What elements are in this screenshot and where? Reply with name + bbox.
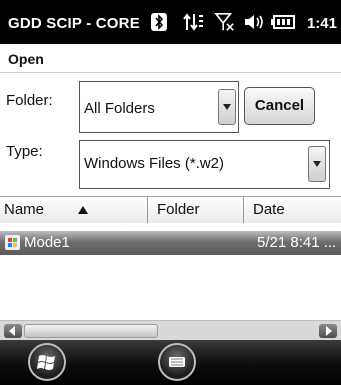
windows-start-icon: [37, 355, 55, 370]
file-list: Mode1 5/21 8:41 ...: [0, 223, 341, 320]
sort-ascending-icon: [78, 206, 88, 214]
volume-icon: [245, 15, 263, 29]
taskbar: [0, 340, 341, 385]
dialog-title: Open: [8, 51, 44, 67]
scroll-left-icon[interactable]: [4, 324, 22, 338]
bluetooth-icon: [151, 13, 167, 31]
signal-off-icon: [214, 13, 234, 31]
horizontal-scrollbar[interactable]: [0, 320, 341, 341]
status-bar: GDD SCIP - CORE 1:41: [0, 0, 341, 44]
start-button[interactable]: [28, 343, 66, 381]
scroll-right-icon[interactable]: [319, 324, 337, 338]
type-label: Type:: [6, 143, 43, 160]
clock[interactable]: 1:41: [307, 15, 337, 32]
column-header-name[interactable]: Name: [4, 197, 44, 223]
keyboard-button[interactable]: [158, 343, 196, 381]
data-sync-icon: [183, 13, 203, 31]
column-divider[interactable]: [243, 197, 244, 223]
file-date: 5/21 8:41 ...: [257, 234, 337, 251]
file-icon: [5, 235, 20, 250]
type-value: Windows Files (*.w2): [84, 155, 225, 172]
list-item[interactable]: Mode1 5/21 8:41 ...: [0, 231, 341, 255]
folder-combobox[interactable]: All Folders: [79, 81, 239, 133]
column-divider[interactable]: [147, 197, 148, 223]
open-form: Folder: All Folders Cancel Type: Windows…: [0, 73, 341, 196]
dialog-header: Open: [0, 44, 341, 73]
chevron-down-icon[interactable]: [218, 89, 236, 125]
list-header: Name Folder Date: [0, 196, 341, 224]
folder-value: All Folders: [84, 100, 155, 117]
type-combobox[interactable]: Windows Files (*.w2): [79, 140, 330, 189]
cancel-button[interactable]: Cancel: [244, 87, 315, 125]
file-name: Mode1: [24, 234, 70, 251]
folder-label: Folder:: [6, 92, 53, 109]
column-header-folder[interactable]: Folder: [157, 197, 200, 223]
app-title: GDD SCIP - CORE: [8, 15, 140, 32]
column-header-date[interactable]: Date: [253, 197, 285, 223]
battery-icon: [271, 15, 295, 29]
keyboard-icon: [169, 357, 185, 367]
scrollbar-thumb[interactable]: [24, 324, 158, 338]
chevron-down-icon[interactable]: [308, 146, 326, 182]
